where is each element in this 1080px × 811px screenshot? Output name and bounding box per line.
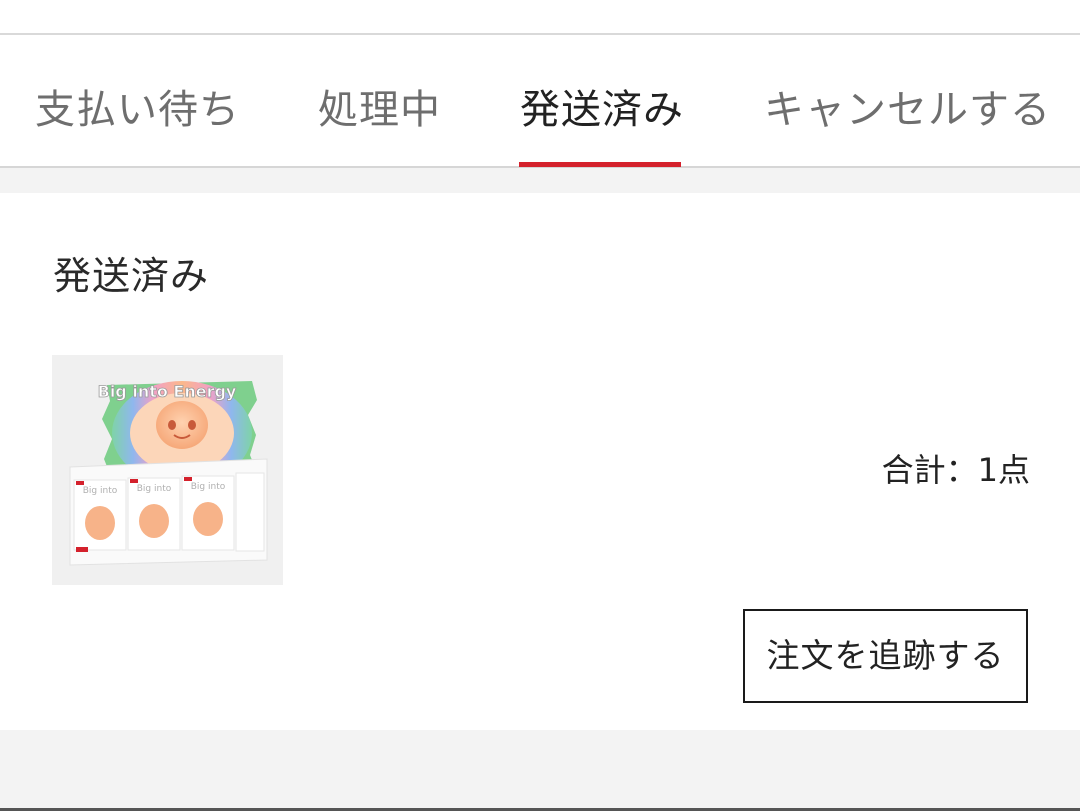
- order-status-title: 発送済み: [53, 254, 210, 298]
- tab-awaiting-payment[interactable]: 支払い待ち: [35, 85, 240, 135]
- svg-text:Big into: Big into: [137, 484, 172, 494]
- tab-shipped[interactable]: 発送済み: [520, 85, 684, 135]
- product-box-image: Big into Energy Big into Big into Big in…: [52, 355, 283, 585]
- order-card: 発送済み Big into Energy Big into Big into B…: [0, 193, 1080, 730]
- track-order-button[interactable]: 注文を追跡する: [743, 609, 1028, 703]
- tab-cancel[interactable]: キャンセルする: [764, 85, 1051, 135]
- svg-text:Big into: Big into: [191, 482, 226, 492]
- svg-text:Big into: Big into: [83, 486, 118, 496]
- product-thumbnail[interactable]: Big into Energy Big into Big into Big in…: [52, 355, 283, 585]
- order-status-tabs: 支払い待ち 処理中 発送済み キャンセルする: [0, 35, 1080, 168]
- svg-text:Big into Energy: Big into Energy: [98, 382, 237, 401]
- top-bar: [0, 0, 1080, 35]
- tab-processing[interactable]: 処理中: [318, 85, 441, 135]
- active-tab-indicator: [519, 162, 681, 167]
- order-total-count: 合計：1点: [881, 451, 1030, 489]
